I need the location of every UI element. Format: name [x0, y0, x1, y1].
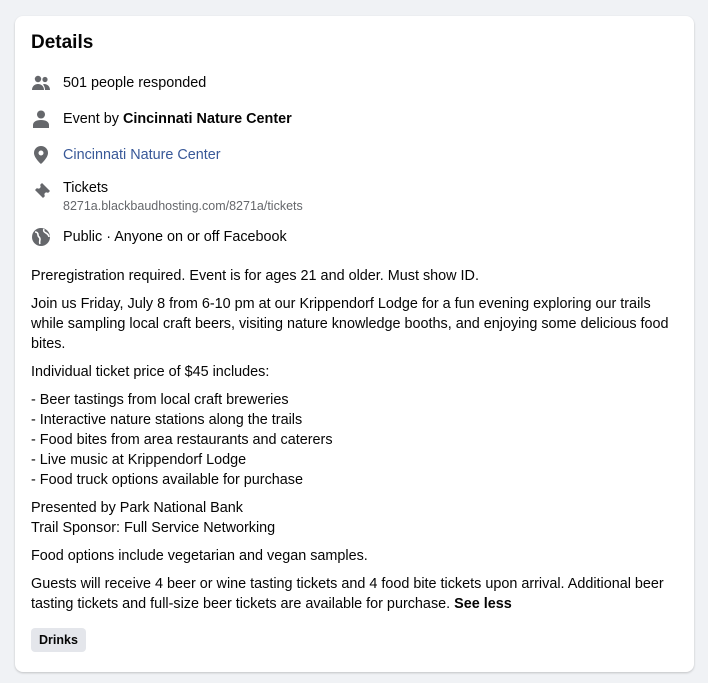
location-row: Cincinnati Nature Center	[31, 145, 221, 165]
description-text: Guests will receive 4 beer or wine tasti…	[31, 576, 668, 612]
sponsors: Presented by Park National Bank Trail Sp…	[31, 498, 681, 538]
list-item: - Beer tastings from local craft breweri…	[31, 392, 289, 408]
ticket-icon	[31, 182, 51, 202]
description-paragraph: Join us Friday, July 8 from 6-10 pm at o…	[31, 296, 669, 352]
tickets-row: Tickets 8271a.blackbaudhosting.com/8271a…	[31, 178, 303, 214]
list-item: - Food truck options available for purch…	[31, 472, 303, 488]
sponsor-line: Presented by Park National Bank	[31, 500, 243, 516]
description-paragraph: Guests will receive 4 beer or wine tasti…	[31, 574, 681, 614]
privacy-row: Public · Anyone on or off Facebook	[31, 227, 287, 247]
organizer-link[interactable]: Cincinnati Nature Center	[123, 109, 292, 129]
details-card: Details 501 people responded Event by Ci…	[15, 16, 694, 672]
location-pin-icon	[31, 145, 51, 165]
description-paragraph: Food options include vegetarian and vega…	[31, 548, 368, 564]
list-item: - Live music at Krippendorf Lodge	[31, 452, 247, 468]
responded-row: 501 people responded	[31, 73, 206, 93]
people-icon	[31, 73, 51, 93]
see-less-button[interactable]: See less	[454, 596, 512, 612]
section-title: Details	[31, 32, 94, 53]
tickets-url-link[interactable]: 8271a.blackbaudhosting.com/8271a/tickets	[63, 198, 303, 214]
list-item: - Food bites from area restaurants and c…	[31, 432, 333, 448]
event-by-row: Event by Cincinnati Nature Center	[31, 109, 292, 129]
globe-icon	[31, 227, 51, 247]
category-tag-drinks[interactable]: Drinks	[31, 628, 86, 652]
tickets-label: Tickets	[63, 180, 109, 196]
sponsor-line: Trail Sponsor: Full Service Networking	[31, 520, 276, 536]
list-item: - Interactive nature stations along the …	[31, 412, 303, 428]
location-link[interactable]: Cincinnati Nature Center	[63, 145, 221, 165]
privacy-text: Public · Anyone on or off Facebook	[63, 229, 287, 245]
event-description: Preregistration required. Event is for a…	[31, 266, 681, 622]
responded-text: 501 people responded	[63, 75, 207, 91]
person-icon	[31, 109, 51, 129]
event-by-prefix: Event by	[63, 111, 123, 127]
includes-list: - Beer tastings from local craft breweri…	[31, 390, 681, 490]
description-paragraph: Preregistration required. Event is for a…	[31, 268, 479, 284]
description-paragraph: Individual ticket price of $45 includes:	[31, 364, 270, 380]
